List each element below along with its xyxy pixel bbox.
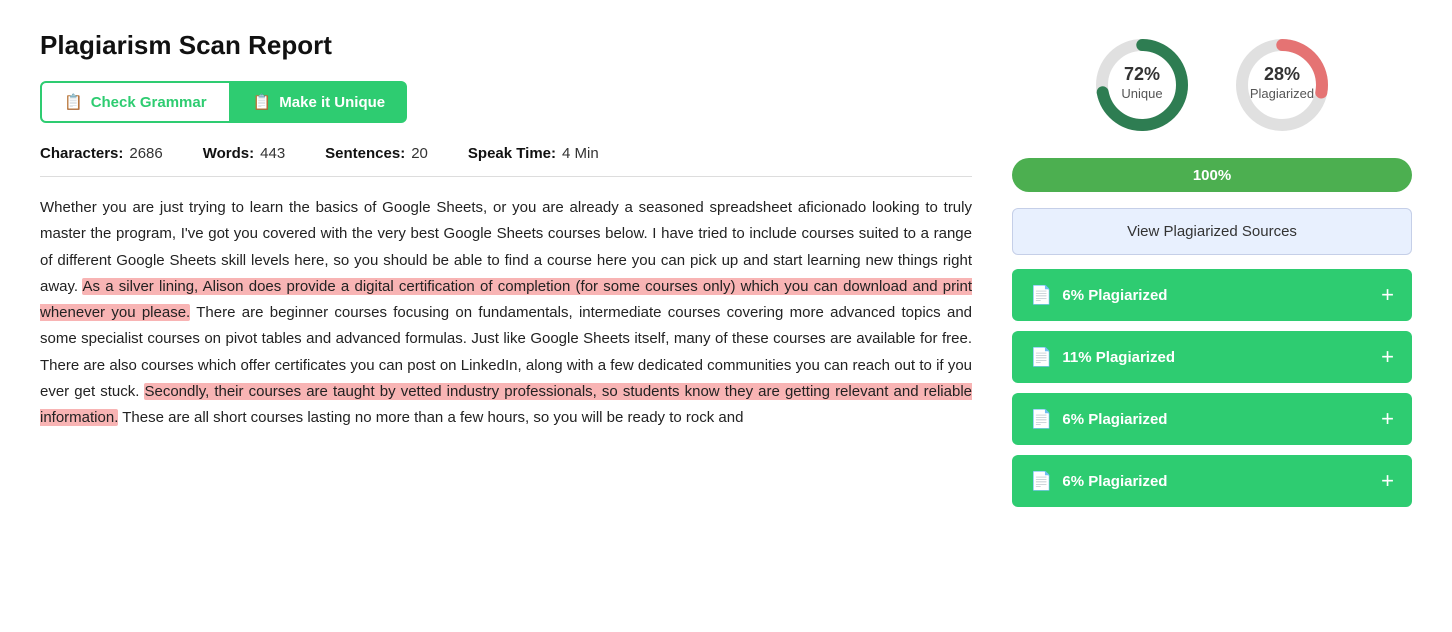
- check-grammar-button[interactable]: 📋 Check Grammar: [40, 81, 231, 123]
- characters-value: 2686: [129, 145, 162, 162]
- grammar-icon: 📋: [64, 93, 83, 111]
- speak-time-value: 4 Min: [562, 145, 599, 162]
- sentences-label: Sentences:: [325, 145, 405, 162]
- speak-time-label: Speak Time:: [468, 145, 556, 162]
- left-panel: Plagiarism Scan Report 📋 Check Grammar 📋…: [40, 30, 972, 517]
- content-text: Whether you are just trying to learn the…: [40, 195, 972, 431]
- make-unique-label: Make it Unique: [279, 94, 385, 111]
- plagiarism-item-3-label: 6% Plagiarized: [1062, 411, 1167, 428]
- sentences-value: 20: [411, 145, 428, 162]
- unique-donut-container: 72% Unique: [1087, 30, 1197, 140]
- plus-icon-1: +: [1381, 282, 1394, 308]
- right-panel: 72% Unique 28% Plagiarized 100% View Pla…: [1012, 30, 1412, 517]
- doc-icon-3: 📄: [1030, 409, 1052, 430]
- content-normal-end: These are all short courses lasting no m…: [118, 409, 743, 426]
- words-value: 443: [260, 145, 285, 162]
- plagiarism-item-3[interactable]: 📄 6% Plagiarized +: [1012, 393, 1412, 445]
- plagiarism-items-list: 📄 6% Plagiarized + 📄 11% Plagiarized + 📄…: [1012, 269, 1412, 507]
- plagiarism-item-2-label: 11% Plagiarized: [1062, 349, 1175, 366]
- plagiarized-donut-chart: 28% Plagiarized: [1227, 30, 1337, 140]
- plus-icon-4: +: [1381, 468, 1394, 494]
- svg-text:Plagiarized: Plagiarized: [1250, 86, 1314, 101]
- make-unique-button[interactable]: 📋 Make it Unique: [231, 81, 408, 123]
- page-title: Plagiarism Scan Report: [40, 30, 972, 61]
- plus-icon-3: +: [1381, 406, 1394, 432]
- plagiarism-item-2[interactable]: 📄 11% Plagiarized +: [1012, 331, 1412, 383]
- speak-time-stat: Speak Time: 4 Min: [468, 145, 599, 162]
- donut-row: 72% Unique 28% Plagiarized: [1012, 30, 1412, 140]
- sentences-stat: Sentences: 20: [325, 145, 428, 162]
- doc-icon-4: 📄: [1030, 471, 1052, 492]
- doc-icon-1: 📄: [1030, 285, 1052, 306]
- plus-icon-2: +: [1381, 344, 1394, 370]
- svg-text:28%: 28%: [1264, 64, 1300, 84]
- progress-bar-label: 100%: [1193, 167, 1231, 184]
- action-buttons: 📋 Check Grammar 📋 Make it Unique: [40, 81, 972, 123]
- view-sources-label: View Plagiarized Sources: [1127, 223, 1297, 240]
- plagiarized-donut-container: 28% Plagiarized: [1227, 30, 1337, 140]
- unique-donut-chart: 72% Unique: [1087, 30, 1197, 140]
- plagiarism-item-1[interactable]: 📄 6% Plagiarized +: [1012, 269, 1412, 321]
- characters-stat: Characters: 2686: [40, 145, 163, 162]
- check-grammar-label: Check Grammar: [91, 94, 207, 111]
- doc-icon-2: 📄: [1030, 347, 1052, 368]
- svg-text:Unique: Unique: [1121, 86, 1162, 101]
- words-stat: Words: 443: [203, 145, 285, 162]
- svg-text:72%: 72%: [1124, 64, 1160, 84]
- plagiarism-item-4[interactable]: 📄 6% Plagiarized +: [1012, 455, 1412, 507]
- unique-icon: 📋: [253, 93, 272, 111]
- stats-bar: Characters: 2686 Words: 443 Sentences: 2…: [40, 145, 972, 177]
- view-plagiarized-sources-button[interactable]: View Plagiarized Sources: [1012, 208, 1412, 255]
- plagiarism-item-1-label: 6% Plagiarized: [1062, 287, 1167, 304]
- plagiarism-item-4-label: 6% Plagiarized: [1062, 473, 1167, 490]
- progress-bar: 100%: [1012, 158, 1412, 192]
- words-label: Words:: [203, 145, 254, 162]
- characters-label: Characters:: [40, 145, 123, 162]
